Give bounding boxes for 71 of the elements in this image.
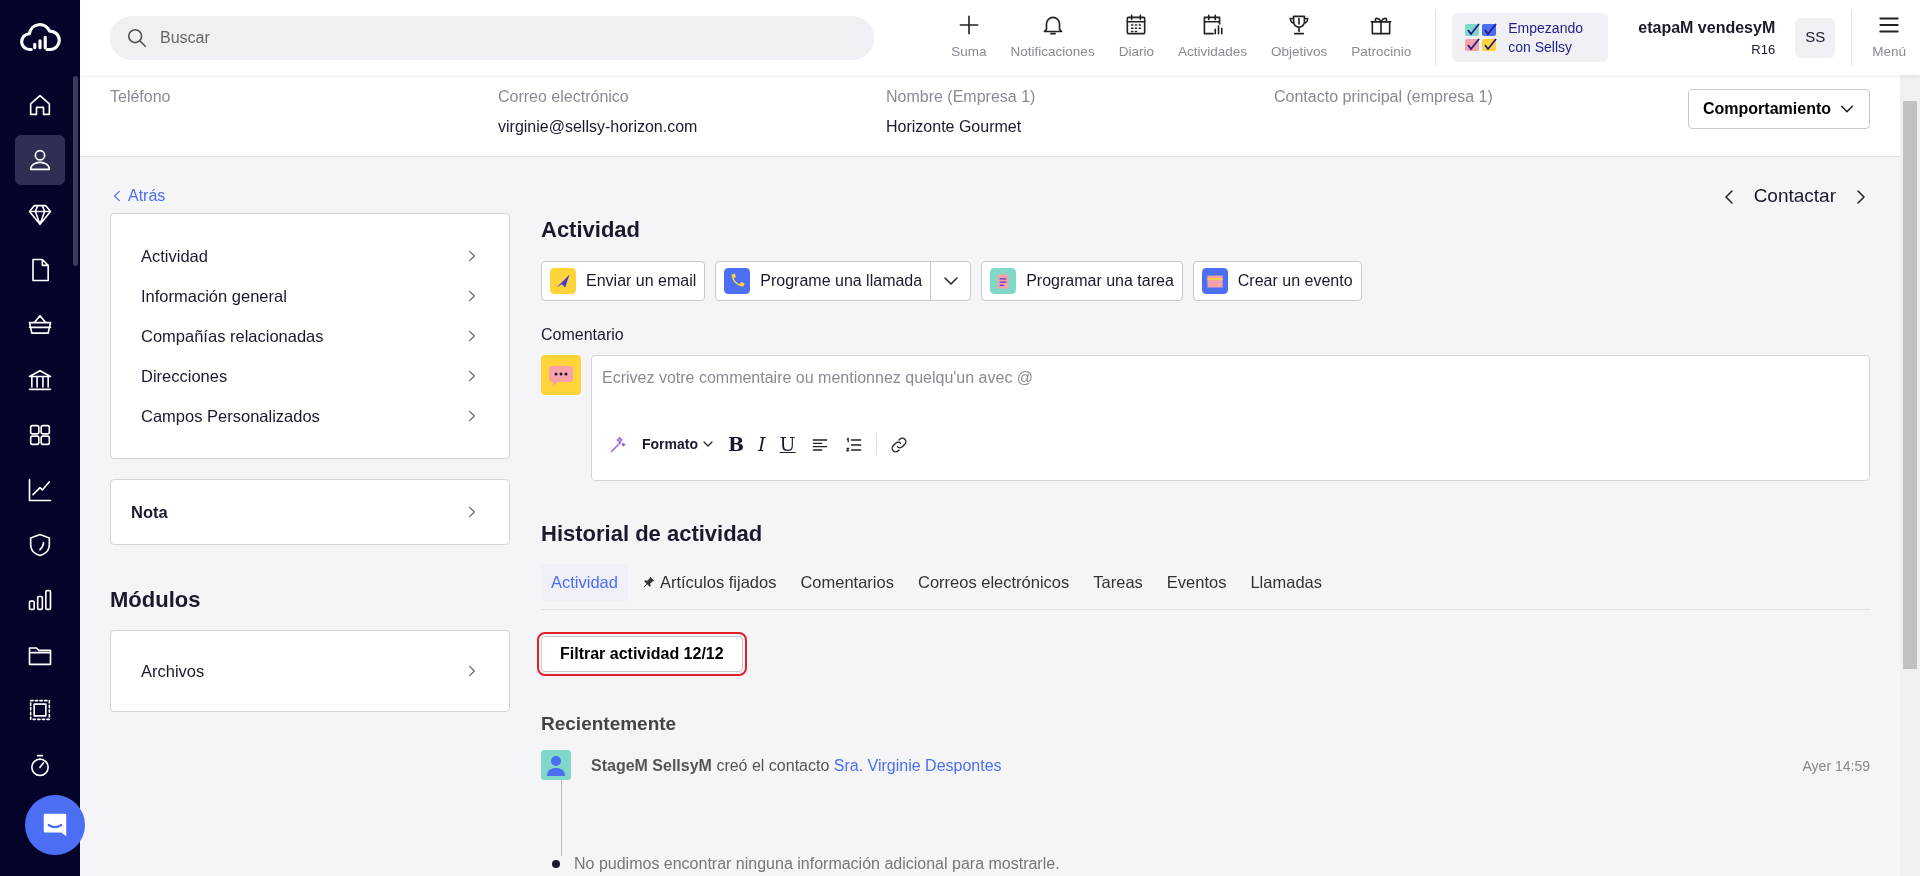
toolbar-button[interactable]: Actividades (1171, 12, 1253, 63)
tab[interactable]: Artículos fijados (631, 563, 787, 601)
tab[interactable]: Comentarios (790, 563, 904, 601)
contact-link[interactable]: Sra. Virginie Despontes (833, 757, 1002, 774)
comment-field[interactable]: Ecrivez votre commentaire ou mentionnez quelqu'un avec @ Formato B I U (591, 355, 1870, 482)
chat-button[interactable] (25, 795, 85, 855)
toolbar-button[interactable]: Suma (945, 12, 993, 63)
magic-wand-icon (608, 434, 628, 455)
italic-button[interactable]: I (756, 434, 768, 454)
menu-item[interactable]: Direcciones (111, 355, 509, 396)
activity-entry: StageM SellsyM creó el contacto Sra. Virginie Despontes (591, 756, 1003, 776)
user-role: R16 (1751, 40, 1776, 59)
scrollbar[interactable] (1900, 75, 1920, 876)
field-label: Correo electrónico (498, 87, 630, 108)
action-button[interactable]: Programar una tarea (981, 261, 1183, 302)
toolbar-button[interactable]: Notificaciones (1004, 12, 1101, 63)
checklist-drawing (1464, 22, 1499, 53)
tab[interactable]: Actividad (541, 563, 628, 601)
action-button[interactable]: Enviar un email (541, 261, 706, 302)
tab[interactable]: Tareas (1083, 563, 1153, 601)
menu-item[interactable]: Actividad (111, 235, 509, 276)
field-label: Contacto principal (empresa 1) (1274, 87, 1494, 108)
behaviour-dropdown[interactable]: Comportamiento (1688, 89, 1870, 130)
toolbar-button[interactable]: Objetivos (1264, 12, 1334, 63)
section-heading: Historial de actividad (541, 521, 764, 548)
search-input[interactable]: Buscar (158, 24, 874, 51)
timestamp: Ayer 14:59 (1802, 757, 1870, 776)
toolbar-button[interactable]: Patrocinio (1345, 12, 1418, 63)
field-value: virginie@sellsy-horizon.com (498, 117, 699, 138)
menu-item[interactable]: Compañías relacionadas (111, 315, 509, 356)
calendar-icon (1201, 268, 1228, 295)
group-heading: Recientemente (541, 711, 678, 736)
action-button[interactable]: Crear un evento (1192, 261, 1362, 302)
section-heading: Actividad (541, 216, 642, 244)
underline-button[interactable]: U (777, 434, 798, 454)
paper-plane-icon (550, 268, 576, 295)
user-name: etapaM vendesyM (1638, 17, 1776, 38)
search-field[interactable]: Buscar (110, 15, 874, 60)
field-value: Horizonte Gourmet (886, 117, 1023, 138)
onboarding-button[interactable]: Empezando con Sellsy (1452, 13, 1609, 62)
menu-item[interactable]: Información general (111, 275, 509, 316)
menu-item[interactable]: Campos Personalizados (111, 395, 509, 436)
tab[interactable]: Llamadas (1240, 563, 1332, 601)
format-dropdown[interactable]: Formato (640, 437, 716, 452)
bullet-icon (552, 860, 560, 868)
link-icon (888, 434, 909, 455)
search-icon (126, 26, 148, 49)
module-card[interactable]: Archivos (110, 630, 510, 713)
tab[interactable]: Correos electrónicos (907, 563, 1080, 601)
sidebar-item[interactable] (15, 135, 65, 185)
pager-label: Contactar (1753, 183, 1836, 208)
field-label: Comentario (541, 325, 625, 346)
section-heading: Módulos (110, 586, 202, 614)
clipboard-icon (990, 268, 1017, 295)
comment-icon (541, 355, 581, 396)
phone-icon (724, 268, 751, 295)
field-label: Nombre (Empresa 1) (886, 87, 1037, 108)
sidebar-scrollbar[interactable] (73, 76, 78, 266)
bold-button[interactable]: B (726, 434, 747, 454)
toolbar-button[interactable]: Diario (1112, 12, 1160, 63)
field-label: Teléfono (110, 87, 172, 108)
user-avatar[interactable]: SS (1795, 17, 1836, 58)
line-chart-icon (26, 476, 54, 504)
action-button[interactable]: Programe una llamada (715, 261, 972, 302)
pin-icon (641, 575, 656, 590)
back-link[interactable]: Atrás (110, 183, 166, 208)
empty-message: No pudimos encontrar ninguna información adicional para mostrarle. (574, 854, 1060, 874)
scrollbar-thumb[interactable] (1903, 101, 1917, 670)
note-card[interactable]: Nota (110, 478, 510, 545)
contact-avatar-icon (541, 750, 571, 780)
tab[interactable]: Eventos (1156, 563, 1237, 601)
